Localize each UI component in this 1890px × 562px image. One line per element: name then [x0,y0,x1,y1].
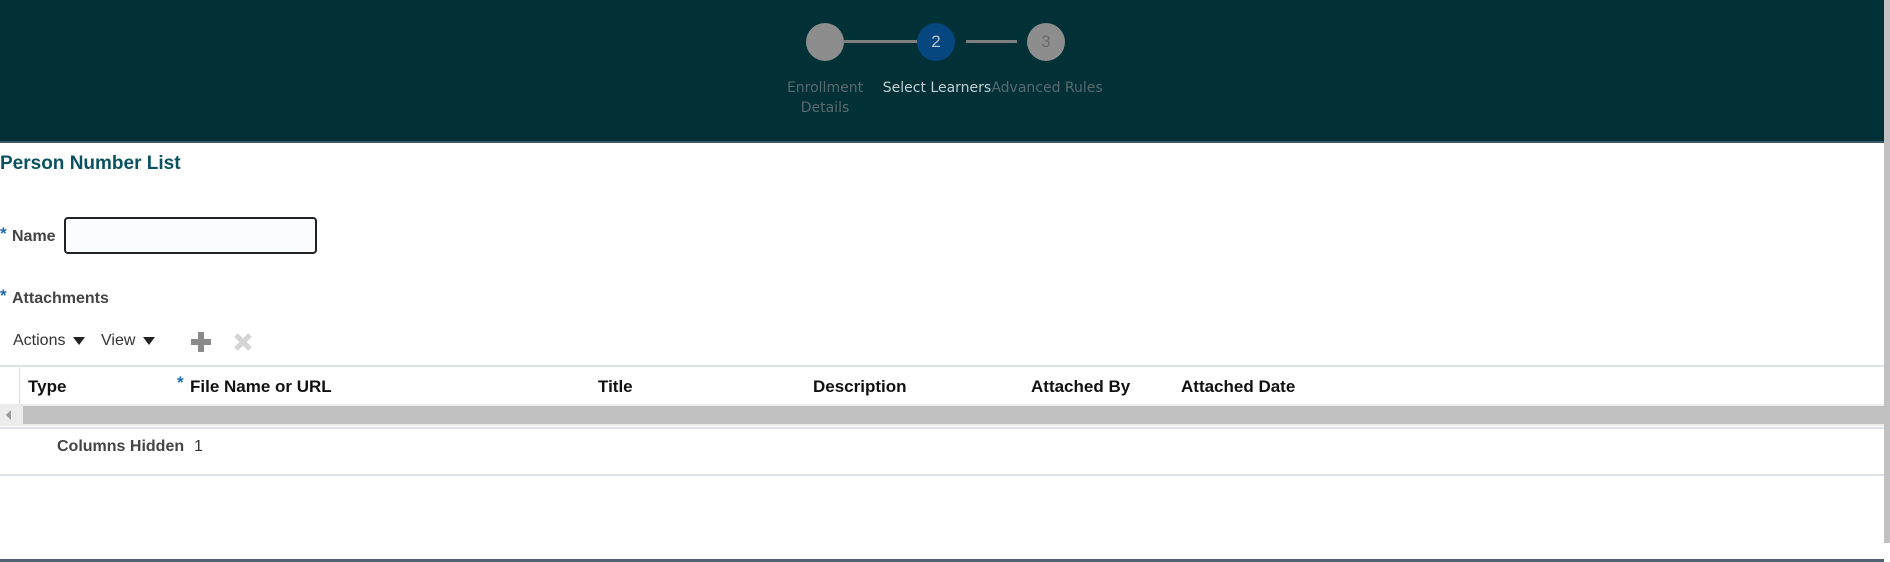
column-header-file-name[interactable]: File Name or URL [190,377,332,397]
page-vertical-scrollbar[interactable] [1884,0,1890,543]
name-input[interactable] [64,217,317,254]
step-3-advanced-rules[interactable]: 3 [1027,23,1065,61]
column-divider [19,367,20,404]
table-bottom-border [0,474,1884,476]
attachments-label: Attachments [12,290,109,307]
column-header-description[interactable]: Description [813,377,907,397]
delete-icon[interactable] [233,332,253,352]
step-2-label[interactable]: Select Learners [876,78,998,98]
step-1-label-line1: Enrollment [786,80,864,96]
required-indicator: * [177,373,184,392]
train-header: 2 3 Enrollment Details Select Learners Ad… [0,0,1884,143]
step-connector [844,40,918,43]
columns-hidden-count: 1 [194,438,203,455]
actions-menu-button[interactable]: Actions [13,332,86,350]
step-1-enrollment-details[interactable] [806,23,844,61]
step-1-label-line2: Details [800,100,850,116]
dropdown-arrow-icon [143,336,156,345]
name-label: Name [12,228,56,245]
table-divider [0,427,1884,429]
step-2-select-learners[interactable]: 2 [917,23,955,61]
view-menu-button[interactable]: View [101,332,156,350]
column-header-type[interactable]: Type [28,377,66,397]
column-header-attached-by[interactable]: Attached By [1031,377,1130,397]
add-icon[interactable] [191,332,211,352]
columns-hidden-label: Columns Hidden [57,438,185,455]
step-connector [966,40,1017,43]
scroll-left-arrow-icon[interactable] [6,410,11,420]
page-title: Person Number List [0,153,181,174]
actions-label: Actions [13,332,66,349]
table-top-border [0,365,1884,367]
required-indicator: * [0,224,7,243]
required-indicator: * [0,286,7,305]
step-1-label[interactable]: Enrollment Details [775,78,875,118]
step-3-label[interactable]: Advanced Rules [990,78,1104,98]
dropdown-arrow-icon [73,336,86,345]
column-header-attached-date[interactable]: Attached Date [1181,377,1295,397]
column-header-title[interactable]: Title [598,377,633,397]
view-label: View [101,332,136,349]
scrollbar-thumb[interactable] [23,406,1884,424]
horizontal-scrollbar[interactable] [0,404,1884,426]
